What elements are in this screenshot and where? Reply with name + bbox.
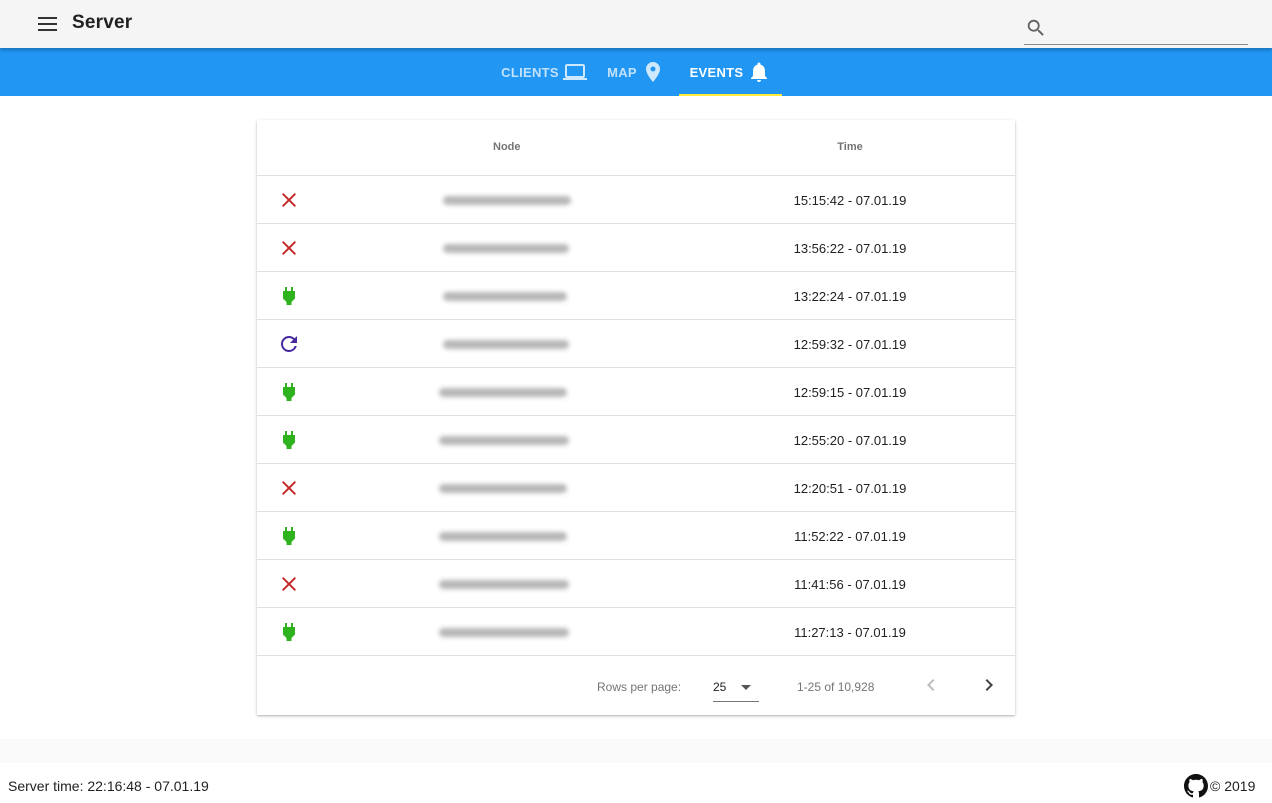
event-time: 12:20:51 - 07.01.19 xyxy=(793,481,907,496)
rows-per-page-label: Rows per page: xyxy=(597,680,682,694)
power-plug-icon xyxy=(283,623,295,641)
tab-map[interactable]: MAP xyxy=(600,48,672,96)
table-row[interactable]: 11:52:22 - 07.01.19 xyxy=(257,512,1015,560)
bell-icon xyxy=(751,62,768,82)
next-page-button[interactable] xyxy=(977,673,1001,697)
node-name-redacted xyxy=(439,580,569,589)
table-row[interactable]: 12:59:32 - 07.01.19 xyxy=(257,320,1015,368)
table-row[interactable]: 12:20:51 - 07.01.19 xyxy=(257,464,1015,512)
tab-events[interactable]: EVENTS xyxy=(679,48,782,96)
table-row[interactable]: 15:15:42 - 07.01.19 xyxy=(257,176,1015,224)
table-row[interactable]: 13:22:24 - 07.01.19 xyxy=(257,272,1015,320)
rows-per-page-select[interactable]: 25 xyxy=(713,672,759,702)
node-name-redacted xyxy=(443,292,567,301)
search-icon xyxy=(1027,19,1044,36)
tab-clients[interactable]: CLIENTS xyxy=(494,48,594,96)
menu-button[interactable] xyxy=(32,11,62,37)
github-icon[interactable] xyxy=(1184,774,1208,798)
tab-clients-label: CLIENTS xyxy=(501,64,559,80)
table-row[interactable]: 11:41:56 - 07.01.19 xyxy=(257,560,1015,608)
tab-map-label: MAP xyxy=(607,64,637,80)
power-plug-icon xyxy=(283,383,295,401)
event-time: 12:59:32 - 07.01.19 xyxy=(793,337,907,352)
search-field xyxy=(1024,14,1248,45)
caret-down-icon xyxy=(741,685,751,690)
table-pagination: Rows per page: 25 1-25 of 10,928 xyxy=(257,656,1015,715)
rows-per-page-value: 25 xyxy=(713,680,727,694)
event-time: 12:59:15 - 07.01.19 xyxy=(793,385,907,400)
tab-events-label: EVENTS xyxy=(689,64,744,80)
chevron-right-icon xyxy=(985,679,993,691)
close-icon xyxy=(282,241,296,255)
server-time: Server time: 22:16:48 - 07.01.19 xyxy=(8,778,209,794)
event-time: 11:41:56 - 07.01.19 xyxy=(794,577,906,592)
node-name-redacted xyxy=(439,484,567,493)
power-plug-icon xyxy=(283,527,295,545)
map-marker-icon xyxy=(645,62,660,82)
column-header-node[interactable]: Node xyxy=(493,141,521,153)
app-footer: Server time: 22:16:48 - 07.01.19 © 2019 xyxy=(0,763,1272,803)
close-icon xyxy=(282,193,296,207)
close-icon xyxy=(282,481,296,495)
hamburger-menu-icon xyxy=(38,17,57,31)
event-time: 12:55:20 - 07.01.19 xyxy=(793,433,907,448)
chevron-left-icon xyxy=(927,679,935,691)
column-header-time[interactable]: Time xyxy=(820,141,880,153)
table-row[interactable]: 13:56:22 - 07.01.19 xyxy=(257,224,1015,272)
node-name-redacted xyxy=(443,340,569,349)
laptop-icon xyxy=(562,64,587,80)
copyright-text: © 2019 xyxy=(1210,778,1256,794)
app-title: Server xyxy=(72,12,133,33)
table-row[interactable]: 12:55:20 - 07.01.19 xyxy=(257,416,1015,464)
node-name-redacted xyxy=(439,532,567,541)
main-content: Node Time 15:15:42 - 07.01.19 13:56:22 -… xyxy=(0,96,1272,739)
event-time: 15:15:42 - 07.01.19 xyxy=(793,193,907,208)
pagination-range: 1-25 of 10,928 xyxy=(797,680,875,694)
previous-page-button[interactable] xyxy=(919,673,943,697)
node-name-redacted xyxy=(439,388,567,397)
node-name-redacted xyxy=(443,244,569,253)
event-time: 13:22:24 - 07.01.19 xyxy=(793,289,907,304)
table-row[interactable]: 12:59:15 - 07.01.19 xyxy=(257,368,1015,416)
power-plug-icon xyxy=(283,431,295,449)
event-time: 11:27:13 - 07.01.19 xyxy=(794,625,906,640)
app-toolbar: Server xyxy=(0,0,1272,48)
tab-bar: CLIENTS MAP EVENTS xyxy=(0,48,1272,96)
events-table-card: Node Time 15:15:42 - 07.01.19 13:56:22 -… xyxy=(257,120,1015,715)
event-time: 13:56:22 - 07.01.19 xyxy=(793,241,907,256)
table-row[interactable]: 11:27:13 - 07.01.19 xyxy=(257,608,1015,656)
power-plug-icon xyxy=(283,287,295,305)
table-header: Node Time xyxy=(257,120,1015,176)
close-icon xyxy=(282,577,296,591)
node-name-redacted xyxy=(439,628,569,637)
node-name-redacted xyxy=(439,436,569,445)
node-name-redacted xyxy=(443,196,571,205)
event-time: 11:52:22 - 07.01.19 xyxy=(794,529,906,544)
refresh-icon xyxy=(281,336,297,352)
search-input[interactable] xyxy=(1056,16,1246,40)
